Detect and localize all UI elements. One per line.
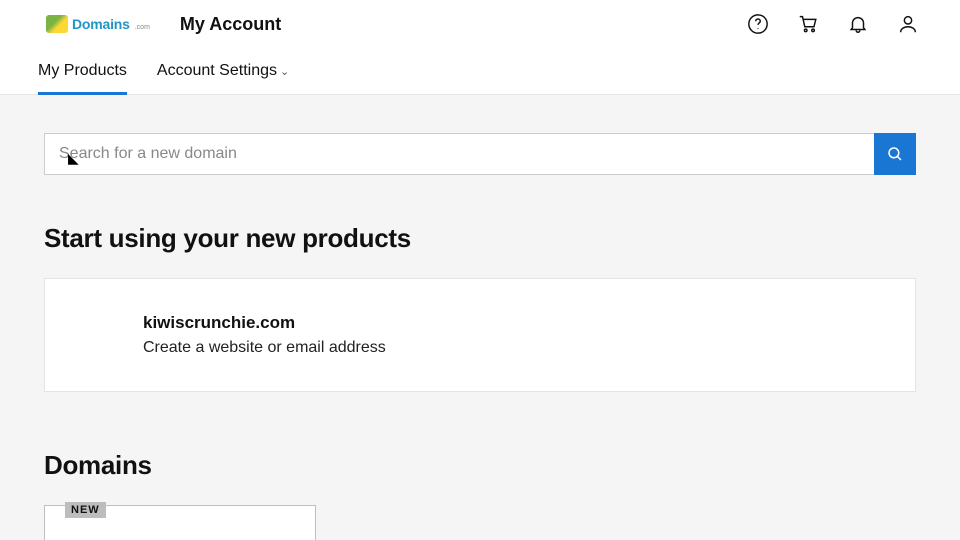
search-input[interactable] — [44, 133, 874, 175]
search-icon — [886, 145, 904, 163]
tab-account-settings[interactable]: Account Settings⌄ — [157, 62, 289, 94]
user-icon[interactable] — [896, 12, 920, 36]
header: Domains .com My Account — [0, 0, 960, 48]
logo[interactable]: Domains .com — [46, 15, 150, 33]
page-title: My Account — [180, 14, 281, 35]
new-badge: NEW — [65, 502, 106, 518]
section-heading-start: Start using your new products — [44, 223, 916, 254]
domain-search — [44, 133, 916, 175]
section-heading-domains: Domains — [44, 450, 916, 481]
header-actions — [746, 12, 920, 36]
search-button[interactable] — [874, 133, 916, 175]
logo-subtext: .com — [135, 24, 150, 31]
main-content: ◣ Start using your new products kiwiscru… — [0, 95, 960, 540]
product-card-subtitle: Create a website or email address — [143, 339, 887, 357]
help-icon[interactable] — [746, 12, 770, 36]
product-card-domain: kiwiscrunchie.com — [143, 313, 887, 333]
logo-mark-icon — [46, 15, 68, 33]
tab-label: Account Settings — [157, 62, 277, 79]
product-card[interactable]: kiwiscrunchie.com Create a website or em… — [44, 278, 916, 392]
tab-label: My Products — [38, 62, 127, 79]
tab-bar: My Products Account Settings⌄ — [0, 48, 960, 95]
bell-icon[interactable] — [846, 12, 870, 36]
domain-card[interactable]: NEW — [44, 505, 316, 540]
tab-my-products[interactable]: My Products — [38, 62, 127, 94]
chevron-down-icon: ⌄ — [280, 66, 289, 78]
cart-icon[interactable] — [796, 12, 820, 36]
cursor-icon: ◣ — [68, 150, 79, 167]
logo-text: Domains — [72, 16, 130, 32]
